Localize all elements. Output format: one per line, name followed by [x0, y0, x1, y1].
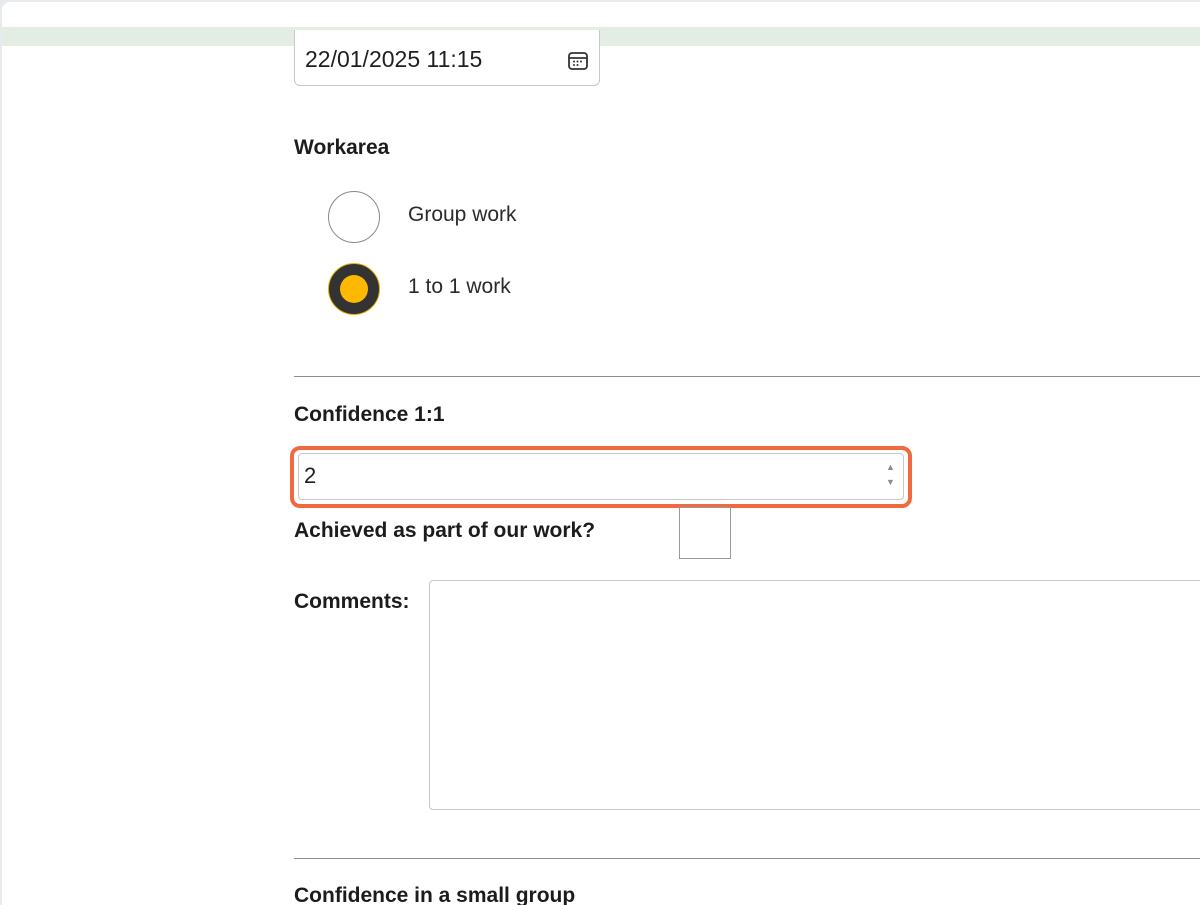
confidence-small-group-label: Confidence in a small group — [294, 884, 576, 905]
spinner-up-icon[interactable]: ▲ — [886, 463, 895, 472]
radio-label-one-to-one-work: 1 to 1 work — [408, 275, 511, 298]
spinner-down-icon[interactable]: ▼ — [886, 478, 895, 487]
calendar-icon[interactable] — [567, 50, 589, 72]
confidence-1to1-input[interactable]: 2 ▲ ▼ — [298, 453, 904, 500]
achieved-checkbox[interactable] — [679, 507, 731, 559]
comments-textarea[interactable] — [429, 580, 1200, 810]
header-band — [2, 27, 1200, 46]
section-divider — [294, 376, 1200, 377]
confidence-1to1-value: 2 — [304, 463, 317, 488]
confidence-1to1-label: Confidence 1:1 — [294, 403, 445, 426]
radio-button-unchecked[interactable] — [328, 191, 380, 243]
radio-button-checked[interactable] — [328, 263, 380, 315]
radio-selected-dot — [340, 275, 368, 303]
radio-label-group-work: Group work — [408, 203, 517, 226]
datetime-input[interactable]: 22/01/2025 11:15 — [294, 30, 600, 86]
radio-one-to-one-work[interactable]: 1 to 1 work — [328, 263, 648, 317]
form-page: 22/01/2025 11:15 Workarea Group work 1 t… — [2, 2, 1200, 905]
achieved-label: Achieved as part of our work? — [294, 519, 596, 542]
comments-label: Comments: — [294, 590, 410, 613]
section-divider — [294, 858, 1200, 859]
radio-group-work[interactable]: Group work — [328, 191, 648, 245]
datetime-value: 22/01/2025 11:15 — [305, 46, 483, 72]
workarea-label: Workarea — [294, 136, 390, 159]
